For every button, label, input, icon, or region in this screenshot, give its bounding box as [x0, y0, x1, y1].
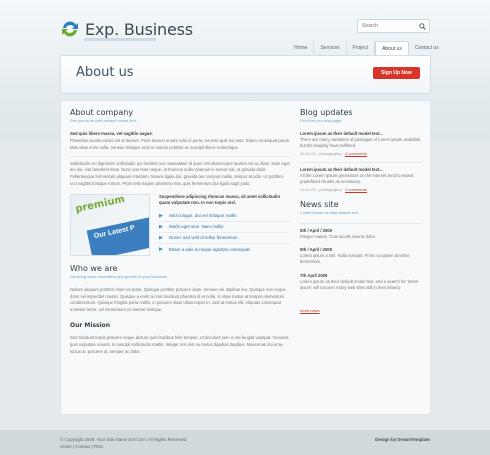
- who-subtitle: We bring value innovation and growth to …: [70, 273, 168, 279]
- list-item[interactable]: Etiam a odio in neque egestas consequat.: [159, 244, 290, 255]
- news-subtitle: Lorem ipsum as their default text: [300, 209, 359, 215]
- feature-image-text: premium: [74, 193, 126, 215]
- left-column: About company See ipsum as their default…: [70, 108, 290, 359]
- mission-paragraph: Sed tincidunt turpis posuere neque dictu…: [70, 334, 289, 354]
- page-title: About us: [76, 65, 134, 80]
- news-date: 5th / April / 2009: [300, 227, 332, 233]
- post-title[interactable]: Lorem ipsum as their default model text.…: [300, 131, 422, 136]
- nav-about-us[interactable]: About us: [375, 41, 409, 55]
- list-item-label: Donec sed velit ut tellus fermentum.: [169, 235, 239, 241]
- feature-body: Suspendisse adipiscing rhoncus massa, si…: [159, 194, 290, 256]
- post-text: All the Lorem Ipsum generators on the In…: [300, 172, 414, 185]
- logo-text: Exp. Business: [85, 19, 193, 39]
- arrow-bullet-icon: [159, 224, 163, 229]
- divider: [70, 155, 290, 157]
- list-item-label: Sed congue, dui vel tristique mollis: [169, 213, 237, 219]
- list-item[interactable]: Donec sed velit ut tellus fermentum.: [159, 233, 290, 244]
- main-nav: Home Services Project About us Contact u…: [288, 41, 445, 55]
- news-text: Lorem ipsum as their default model text,…: [300, 278, 419, 291]
- nav-home[interactable]: Home: [288, 41, 315, 55]
- more-news-link[interactable]: more news: [300, 308, 320, 313]
- list-item[interactable]: Morbi eget sem. Nam mollis: [159, 222, 290, 233]
- sign-up-button[interactable]: Sign Up Now: [373, 67, 420, 79]
- nav-contact-us[interactable]: Contact us: [409, 41, 445, 55]
- feature-lead: Suspendisse adipiscing rhoncus massa, si…: [159, 193, 281, 206]
- news-date: 6th / April / 2009: [300, 247, 332, 253]
- blog-post: Lorem ipsum as their default model text.…: [300, 167, 422, 192]
- post-date: 19-11-09: [300, 186, 316, 192]
- updates-subtitle: Fire from our blog page: [300, 118, 342, 123]
- news-item: 7th April 2009 Lorem ipsum as their defa…: [300, 273, 422, 292]
- post-comments-link[interactable]: 2 comments: [345, 187, 367, 192]
- post-comments-link[interactable]: 2 comments: [345, 151, 367, 156]
- about-paragraph-1: Phasellus iaculis varius est at laoreet.…: [70, 138, 290, 150]
- divider: [300, 222, 422, 224]
- who-title: Who we are: [70, 263, 118, 273]
- nav-services[interactable]: Services: [314, 41, 347, 55]
- arrow-bullet-icon: [159, 247, 163, 252]
- about-subtitle: See ipsum as their default model text...: [70, 118, 140, 123]
- news-item: 6th / April / 2009 Lorem ipsum a nisl. N…: [300, 247, 422, 266]
- list-item-label: Morbi eget sem. Nam mollis: [169, 224, 224, 230]
- news-item: 5th / April / 2009 Integer mauris. Cras …: [300, 228, 422, 240]
- about-lead: Sed quis libero massa, vel sagittis augu…: [70, 131, 153, 136]
- mission-title: Our Mission: [70, 321, 111, 329]
- search-input[interactable]: [358, 20, 416, 32]
- feature-block: premium Our Latest P Suspendisse adipisc…: [70, 193, 290, 256]
- footer: © Copyright 2009. Your Site Name Dot Com…: [0, 430, 490, 455]
- list-item[interactable]: Sed congue, dui vel tristique mollis: [159, 211, 290, 222]
- updates-title: Blog updates: [300, 108, 353, 117]
- page-banner: About us Sign Up Now: [60, 55, 431, 94]
- divider: [300, 161, 422, 163]
- feature-image: premium Our Latest P: [70, 193, 150, 256]
- post-meta: 19-11-09 · photography · 2 comments: [300, 150, 367, 156]
- post-category: photography: [319, 150, 342, 156]
- news-date: 7th April 2009: [300, 272, 328, 278]
- news-text: Integer mauris. Cras iaculis viverra dol…: [300, 233, 376, 239]
- footer-links[interactable]: Home | Contact | RSS: [60, 444, 103, 449]
- news-text: Lorem ipsum a nisl. Nulla suscipit. Proi…: [300, 253, 410, 265]
- search-icon[interactable]: [416, 20, 428, 32]
- copyright-text: © Copyright 2009. Your Site Name Dot Com…: [60, 437, 187, 442]
- post-text: There are many variations of passages of…: [300, 137, 422, 149]
- about-title: About company: [70, 108, 134, 117]
- blog-post: Lorem ipsum as their default model text.…: [300, 131, 422, 156]
- news-title: News site: [300, 199, 339, 209]
- logo-underline: [84, 38, 156, 41]
- list-item-label: Etiam a odio in neque egestas consequat.: [169, 246, 251, 252]
- search-box[interactable]: [357, 19, 430, 33]
- about-paragraph-2: Sollicitudin vel dignissim sollicitudin …: [70, 160, 290, 186]
- feature-image-panel: Our Latest P: [86, 215, 149, 255]
- post-category: photography: [319, 186, 342, 192]
- arrow-bullet-icon: [159, 235, 163, 240]
- nav-project[interactable]: Project: [347, 41, 376, 55]
- post-title[interactable]: Lorem ipsum as their default model text.…: [300, 167, 422, 172]
- who-paragraph: Nullam aliquam porttitor risus vel porta…: [70, 286, 286, 313]
- arrow-bullet-icon: [159, 213, 163, 218]
- post-date: 19-11-09: [300, 150, 316, 156]
- designer-credit[interactable]: Design by DreamTemplate: [375, 437, 430, 442]
- right-column: Blog updates Fire from our blog page Lor…: [300, 108, 422, 317]
- logo-arrows-icon: [62, 21, 78, 37]
- post-meta: 19-11-09 · photography · 2 comments: [300, 186, 367, 192]
- main-content: About company See ipsum as their default…: [60, 100, 431, 415]
